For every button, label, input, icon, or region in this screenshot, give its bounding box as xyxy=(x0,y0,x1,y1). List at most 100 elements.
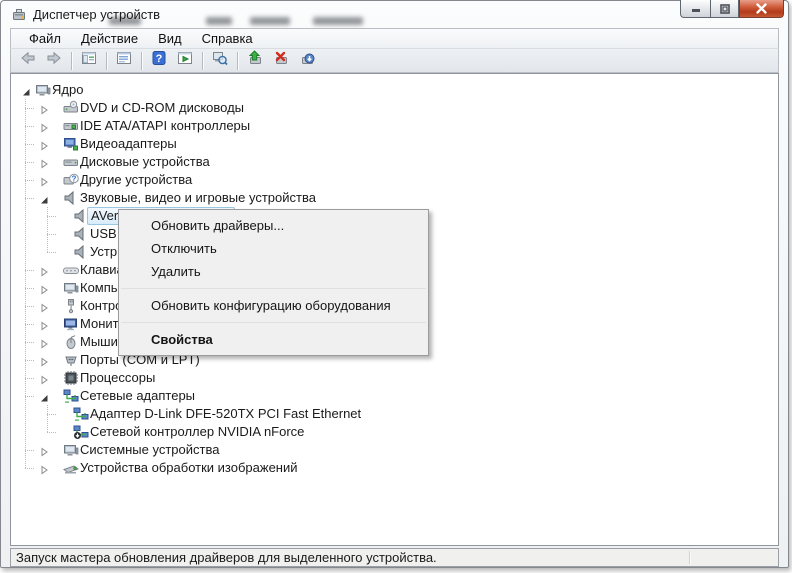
expand-arrow-icon[interactable] xyxy=(39,157,49,167)
tree-item[interactable]: Адаптер D-Link DFE-520TX PCI Fast Ethern… xyxy=(11,405,778,423)
context-menu: Обновить драйверы...ОтключитьУдалить Обно… xyxy=(118,209,429,356)
expand-arrow-icon[interactable] xyxy=(39,337,49,347)
close-button[interactable] xyxy=(739,0,784,18)
properties-icon xyxy=(116,50,132,71)
svg-text:?: ? xyxy=(156,53,163,65)
tree-guide-stub xyxy=(25,378,35,379)
tree-guide-stub xyxy=(25,144,35,145)
help-icon: ? xyxy=(151,50,167,71)
forward-arrow-button[interactable] xyxy=(42,50,66,72)
expand-arrow-icon[interactable] xyxy=(39,175,49,185)
tree-item-label[interactable]: IDE ATA/ATAPI контроллеры xyxy=(77,118,253,134)
tree-item[interactable]: DVD и CD-ROM дисководы xyxy=(11,99,778,117)
tree-item-label[interactable]: Ядро xyxy=(49,82,86,98)
back-arrow-icon xyxy=(20,50,36,71)
expand-arrow-icon[interactable] xyxy=(39,283,49,293)
forward-arrow-icon xyxy=(46,50,62,71)
expand-arrow-icon[interactable] xyxy=(39,265,49,275)
tree-item[interactable]: Дисковые устройства xyxy=(11,153,778,171)
tree-guide-stub xyxy=(25,162,35,163)
collapse-arrow-icon[interactable] xyxy=(39,391,49,401)
tree-guide-stub xyxy=(25,450,35,451)
expand-arrow-icon[interactable] xyxy=(39,301,49,311)
update-driver-button[interactable] xyxy=(243,50,267,72)
context-menu-separator xyxy=(121,322,426,323)
expand-arrow-icon[interactable] xyxy=(39,139,49,149)
tree-guide-stub xyxy=(25,288,35,289)
tree-item[interactable]: Устройства обработки изображений xyxy=(11,459,778,477)
tree-item-label[interactable]: Устр xyxy=(87,244,120,260)
expand-arrow-icon[interactable] xyxy=(39,463,49,473)
uninstall-device-icon xyxy=(273,50,289,71)
action-pane-button[interactable] xyxy=(173,50,197,72)
context-menu-item[interactable]: Свойства xyxy=(119,328,428,351)
tree-item[interactable]: Системные устройства xyxy=(11,441,778,459)
scan-computer-button[interactable] xyxy=(208,50,232,72)
background-window-blur xyxy=(250,17,290,25)
expand-arrow-icon[interactable] xyxy=(39,121,49,131)
toolbar-separator xyxy=(71,52,72,70)
tree-item-label[interactable]: Дисковые устройства xyxy=(77,154,213,170)
console-tree-button[interactable] xyxy=(77,50,101,72)
context-menu-separator xyxy=(121,288,426,289)
tree-item[interactable]: Сетевые адаптеры xyxy=(11,387,778,405)
tree-guide-stub xyxy=(25,108,35,109)
tree-item-label[interactable]: USB xyxy=(87,226,120,242)
collapse-arrow-icon[interactable] xyxy=(39,193,49,203)
expand-arrow-icon[interactable] xyxy=(39,103,49,113)
update-driver-icon xyxy=(247,50,263,71)
toolbar-separator xyxy=(237,52,238,70)
tree-guide-stub xyxy=(25,342,35,343)
tree-item[interactable]: Звуковые, видео и игровые устройства xyxy=(11,189,778,207)
toolbar: ? xyxy=(10,48,779,73)
menu-help[interactable]: Справка xyxy=(192,29,263,48)
context-menu-item[interactable]: Обновить конфигурацию оборудования xyxy=(119,294,428,317)
titlebar[interactable]: Диспетчер устройств xyxy=(1,1,788,29)
console-tree-icon xyxy=(81,50,97,71)
tree-item[interactable]: Сетевой контроллер NVIDIA nForce xyxy=(11,423,778,441)
tree-item-label[interactable]: Сетевые адаптеры xyxy=(77,388,198,404)
tree-item[interactable]: IDE ATA/ATAPI контроллеры xyxy=(11,117,778,135)
hardware-scan-button[interactable] xyxy=(295,50,319,72)
tree-item-label[interactable]: DVD и CD-ROM дисководы xyxy=(77,100,247,116)
tree-guide-stub xyxy=(25,324,35,325)
context-menu-item[interactable]: Отключить xyxy=(119,237,428,260)
tree-item-label[interactable]: Адаптер D-Link DFE-520TX PCI Fast Ethern… xyxy=(87,406,364,422)
tree-guide-stub xyxy=(25,468,35,469)
maximize-button[interactable] xyxy=(710,0,739,18)
back-arrow-button[interactable] xyxy=(16,50,40,72)
uninstall-device-button[interactable] xyxy=(269,50,293,72)
tree-item-label[interactable]: Процессоры xyxy=(77,370,158,386)
expand-arrow-icon[interactable] xyxy=(39,319,49,329)
expand-arrow-icon[interactable] xyxy=(39,355,49,365)
tree-item-label[interactable]: Системные устройства xyxy=(77,442,222,458)
tree-item-label[interactable]: Другие устройства xyxy=(77,172,195,188)
minimize-button[interactable] xyxy=(680,0,710,18)
tree-item-label[interactable]: Видеоадаптеры xyxy=(77,136,180,152)
tree-guide-stub xyxy=(25,180,35,181)
tree-item-label[interactable]: Звуковые, видео и игровые устройства xyxy=(77,190,319,206)
tree-guide-stub xyxy=(25,270,35,271)
collapse-arrow-icon[interactable] xyxy=(21,85,31,95)
background-window-blur xyxy=(313,17,363,25)
tree-guide-stub xyxy=(47,414,57,415)
properties-button[interactable] xyxy=(112,50,136,72)
menu-file[interactable]: Файл xyxy=(19,29,71,48)
device-manager-icon xyxy=(11,7,27,23)
menu-action[interactable]: Действие xyxy=(71,29,148,48)
expand-arrow-icon[interactable] xyxy=(39,445,49,455)
context-menu-item[interactable]: Удалить xyxy=(119,260,428,283)
menu-view[interactable]: Вид xyxy=(148,29,192,48)
tree-item[interactable]: ?Другие устройства xyxy=(11,171,778,189)
svg-text:?: ? xyxy=(72,175,77,184)
tree-item[interactable]: Видеоадаптеры xyxy=(11,135,778,153)
expand-arrow-icon[interactable] xyxy=(39,373,49,383)
help-button[interactable]: ? xyxy=(147,50,171,72)
tree-item-label[interactable]: Сетевой контроллер NVIDIA nForce xyxy=(87,424,307,440)
tree-item[interactable]: Процессоры xyxy=(11,369,778,387)
window-title: Диспетчер устройств xyxy=(33,7,160,22)
tree-item[interactable]: Ядро xyxy=(11,81,778,99)
tree-guide-stub xyxy=(47,432,57,433)
context-menu-item[interactable]: Обновить драйверы... xyxy=(119,214,428,237)
tree-item-label[interactable]: Устройства обработки изображений xyxy=(77,460,301,476)
